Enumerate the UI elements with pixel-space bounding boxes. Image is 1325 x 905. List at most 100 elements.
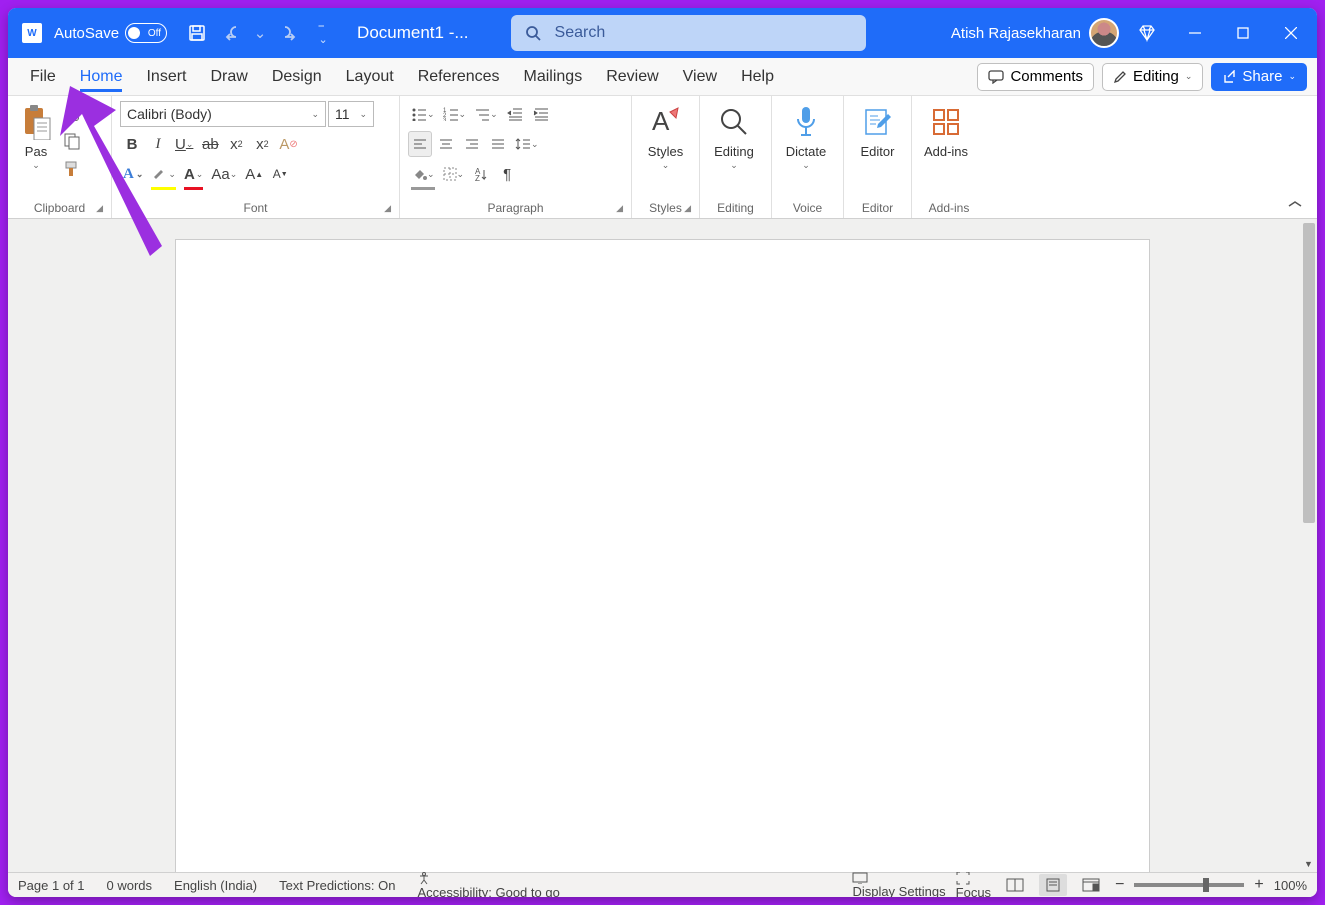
read-mode-button[interactable] — [1001, 874, 1029, 896]
increase-indent-button[interactable] — [529, 101, 553, 127]
editing-mode-button[interactable]: Editing⌄ — [1102, 63, 1203, 91]
font-name-combo[interactable]: Calibri (Body)⌄ — [120, 101, 326, 127]
undo-button[interactable] — [217, 17, 249, 49]
tab-layout[interactable]: Layout — [334, 58, 406, 95]
minimize-button[interactable] — [1171, 8, 1219, 58]
styles-button[interactable]: A Styles⌄ — [638, 98, 693, 171]
borders-button[interactable]: ⌄ — [440, 161, 468, 187]
paragraph-launcher[interactable]: ◢ — [616, 203, 623, 214]
addins-button[interactable]: Add-ins — [918, 98, 974, 159]
justify-button[interactable] — [486, 131, 510, 157]
numbering-button[interactable]: 123⌄ — [440, 101, 470, 127]
bold-button[interactable]: B — [120, 131, 144, 157]
display-settings[interactable]: Display Settings — [852, 872, 945, 898]
decrease-indent-button[interactable] — [503, 101, 527, 127]
vertical-scrollbar[interactable]: ▲ ▼ — [1300, 219, 1317, 872]
tab-mailings[interactable]: Mailings — [512, 58, 595, 95]
format-painter-button[interactable] — [60, 156, 84, 182]
page-number[interactable]: Page 1 of 1 — [18, 878, 85, 893]
tab-view[interactable]: View — [671, 58, 729, 95]
tab-file[interactable]: File — [18, 58, 68, 95]
tab-home[interactable]: Home — [68, 58, 135, 95]
language[interactable]: English (India) — [174, 878, 257, 893]
styles-launcher[interactable]: ◢ — [684, 203, 691, 214]
font-color-button[interactable]: A⌄ — [181, 161, 206, 187]
print-layout-button[interactable] — [1039, 874, 1067, 896]
web-layout-button[interactable] — [1077, 874, 1105, 896]
align-center-button[interactable] — [434, 131, 458, 157]
align-left-icon — [413, 138, 427, 150]
underline-button[interactable]: U ⌄ — [172, 131, 196, 157]
scroll-thumb[interactable] — [1303, 223, 1315, 523]
qat-customize[interactable]: ⎯⌄ — [307, 17, 339, 49]
tab-insert[interactable]: Insert — [134, 58, 198, 95]
word-icon: W — [22, 23, 42, 43]
undo-dropdown[interactable]: ⌄ — [253, 17, 267, 49]
font-launcher[interactable]: ◢ — [384, 203, 391, 214]
italic-button[interactable]: I — [146, 131, 170, 157]
tab-design[interactable]: Design — [260, 58, 334, 95]
clipboard-label: Clipboard — [34, 201, 85, 215]
zoom-slider[interactable] — [1134, 883, 1244, 887]
superscript-button[interactable]: x2 — [250, 131, 274, 157]
maximize-button[interactable] — [1219, 8, 1267, 58]
text-effects-button[interactable]: A⌄ — [120, 161, 146, 187]
zoom-level[interactable]: 100% — [1274, 878, 1307, 893]
editing-button[interactable]: Editing⌄ — [706, 98, 762, 171]
font-size-combo[interactable]: 11⌄ — [328, 101, 374, 127]
shading-button[interactable]: ⌄ — [408, 161, 438, 187]
text-predictions[interactable]: Text Predictions: On — [279, 878, 395, 893]
zoom-out-button[interactable]: − — [1115, 876, 1124, 894]
accessibility-status[interactable]: Accessibility: Good to go — [417, 871, 559, 898]
strikethrough-button[interactable]: ab — [198, 131, 222, 157]
save-button[interactable] — [181, 17, 213, 49]
mic-icon — [792, 105, 820, 139]
subscript-button[interactable]: x2 — [224, 131, 248, 157]
tab-references[interactable]: References — [406, 58, 512, 95]
align-left-button[interactable] — [408, 131, 432, 157]
group-font: Calibri (Body)⌄ 11⌄ B I U ⌄ ab x2 x2 A⊘ … — [112, 96, 400, 218]
paste-button[interactable]: Pas ⌄ — [14, 98, 58, 171]
close-button[interactable] — [1267, 8, 1315, 58]
comments-button[interactable]: Comments — [977, 63, 1094, 91]
sort-button[interactable]: AZ — [469, 161, 493, 187]
tab-help[interactable]: Help — [729, 58, 786, 95]
redo-button[interactable] — [271, 17, 303, 49]
tab-review[interactable]: Review — [594, 58, 670, 95]
font-group-label: Font — [243, 201, 267, 215]
multilevel-list-button[interactable]: ⌄ — [471, 101, 501, 127]
editor-button[interactable]: Editor — [850, 98, 905, 159]
search-box[interactable]: Search — [511, 15, 866, 51]
scroll-down-button[interactable]: ▼ — [1300, 855, 1317, 872]
titlebar: W AutoSave Off ⌄ ⎯⌄ Document1 -... Searc… — [8, 8, 1317, 58]
focus-mode[interactable]: Focus — [956, 871, 991, 898]
page[interactable] — [175, 239, 1150, 872]
spacing-icon — [515, 137, 531, 151]
autosave-toggle[interactable]: Off — [125, 23, 167, 43]
dictate-button[interactable]: Dictate⌄ — [778, 98, 834, 171]
collapse-ribbon-button[interactable] — [1287, 200, 1303, 210]
shrink-font-button[interactable]: A▼ — [268, 161, 292, 187]
editor-group-label: Editor — [850, 198, 905, 218]
line-spacing-button[interactable]: ⌄ — [512, 131, 542, 157]
share-button[interactable]: Share⌄ — [1211, 63, 1307, 91]
highlight-button[interactable]: ⌄ — [148, 161, 179, 187]
tab-draw[interactable]: Draw — [198, 58, 259, 95]
word-count[interactable]: 0 words — [107, 878, 153, 893]
zoom-in-button[interactable]: + — [1254, 876, 1263, 894]
account-button[interactable]: Atish Rajasekharan — [951, 18, 1119, 48]
autosave-control[interactable]: AutoSave Off — [54, 23, 167, 43]
cut-button[interactable] — [60, 100, 84, 126]
copy-button[interactable] — [60, 128, 84, 154]
grow-font-button[interactable]: A▲ — [242, 161, 266, 187]
show-marks-button[interactable]: ¶ — [495, 161, 519, 187]
bullets-button[interactable]: ⌄ — [408, 101, 438, 127]
document-title[interactable]: Document1 -... — [357, 23, 469, 43]
addins-label: Add-ins — [924, 145, 968, 159]
change-case-button[interactable]: Aa ⌄ — [208, 161, 240, 187]
document-area[interactable]: ▲ ▼ — [8, 219, 1317, 872]
align-right-button[interactable] — [460, 131, 484, 157]
diamond-icon[interactable] — [1123, 8, 1171, 58]
clear-formatting-button[interactable]: A⊘ — [276, 131, 300, 157]
clipboard-launcher[interactable]: ◢ — [96, 203, 103, 214]
